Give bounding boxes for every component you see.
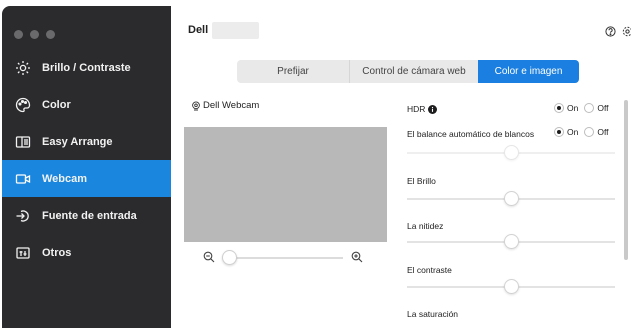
awb-slider[interactable]	[407, 145, 615, 161]
awb-on-radio[interactable]: On	[554, 127, 578, 137]
window-controls	[14, 30, 55, 39]
zoom-out-icon[interactable]	[203, 251, 215, 263]
zoom-window-button[interactable]	[46, 30, 55, 39]
close-window-button[interactable]	[14, 30, 23, 39]
sidebar-item-label: Otros	[42, 246, 72, 259]
hdr-row-label: HDR	[407, 104, 438, 114]
sharpness-slider[interactable]	[407, 234, 615, 250]
brightness-label: El Brillo	[407, 176, 436, 186]
redacted-model-name	[212, 22, 259, 39]
hdr-off-label: Off	[597, 103, 609, 113]
settings-scrollbar[interactable]	[624, 100, 628, 260]
sidebar-item-input-source[interactable]: Fuente de entrada	[2, 197, 171, 234]
hdr-radio-group: On Off	[554, 103, 615, 113]
radio-dot	[554, 127, 564, 137]
info-icon[interactable]	[428, 104, 438, 114]
sidebar-nav: Brillo / Contraste Color Easy Arrange We…	[2, 49, 171, 271]
zoom-slider-track[interactable]	[225, 257, 343, 259]
webcam-preview	[184, 127, 387, 242]
sidebar-item-others[interactable]: Otros	[2, 234, 171, 271]
main-panel: Dell Prefijar Control de cámara web Colo…	[171, 6, 631, 328]
webcam-device-icon	[192, 100, 200, 110]
tab-preset[interactable]: Prefijar	[237, 60, 349, 83]
sidebar: Brillo / Contraste Color Easy Arrange We…	[2, 6, 171, 328]
radio-dot	[554, 103, 564, 113]
contrast-slider[interactable]	[407, 279, 615, 295]
contrast-label: El contraste	[407, 265, 452, 275]
slider-thumb[interactable]	[503, 279, 519, 294]
brightness-slider[interactable]	[407, 191, 615, 207]
sidebar-item-label: Color	[42, 98, 71, 111]
sidebar-item-label: Webcam	[42, 172, 88, 185]
sidebar-item-label: Easy Arrange	[42, 135, 113, 148]
sidebar-item-brightness-contrast[interactable]: Brillo / Contraste	[2, 49, 171, 86]
awb-off-label: Off	[597, 127, 609, 137]
sidebar-item-color[interactable]: Color	[2, 86, 171, 123]
sidebar-item-label: Fuente de entrada	[42, 209, 137, 222]
radio-dot	[584, 127, 595, 137]
zoom-slider-thumb[interactable]	[222, 250, 237, 265]
zoom-control	[203, 250, 363, 266]
sun-icon	[14, 59, 32, 77]
awb-off-radio[interactable]: Off	[584, 127, 609, 137]
minimize-window-button[interactable]	[30, 30, 39, 39]
sidebar-item-label: Brillo / Contraste	[42, 61, 131, 74]
slider-thumb[interactable]	[503, 234, 519, 249]
awb-label: El balance automático de blancos	[407, 129, 535, 139]
brand-label: Dell	[188, 24, 209, 36]
webcam-icon	[14, 170, 32, 188]
settings-panel: HDR On Off El balance automático de blan…	[407, 6, 619, 328]
radio-dot	[584, 103, 595, 113]
webcam-title: Dell Webcam	[191, 100, 259, 111]
gear-icon[interactable]	[622, 26, 631, 37]
hdr-on-radio[interactable]: On	[554, 103, 578, 113]
awb-on-label: On	[567, 127, 579, 137]
slider-thumb[interactable]	[503, 145, 519, 160]
zoom-in-icon[interactable]	[351, 251, 363, 263]
input-source-icon	[14, 207, 32, 225]
webcam-title-label: Dell Webcam	[203, 100, 260, 111]
sidebar-item-easy-arrange[interactable]: Easy Arrange	[2, 123, 171, 160]
palette-icon	[14, 96, 32, 114]
hdr-off-radio[interactable]: Off	[584, 103, 609, 113]
saturation-label: La saturación	[407, 309, 459, 319]
layout-icon	[14, 133, 32, 151]
sidebar-item-webcam[interactable]: Webcam	[2, 160, 171, 197]
others-icon	[14, 244, 32, 262]
slider-thumb[interactable]	[503, 191, 519, 206]
app-window: Brillo / Contraste Color Easy Arrange We…	[2, 6, 631, 328]
hdr-on-label: On	[567, 103, 579, 113]
sharpness-label: La nitidez	[407, 221, 444, 231]
awb-radio-group: On Off	[554, 127, 615, 137]
hdr-label: HDR	[407, 104, 426, 114]
